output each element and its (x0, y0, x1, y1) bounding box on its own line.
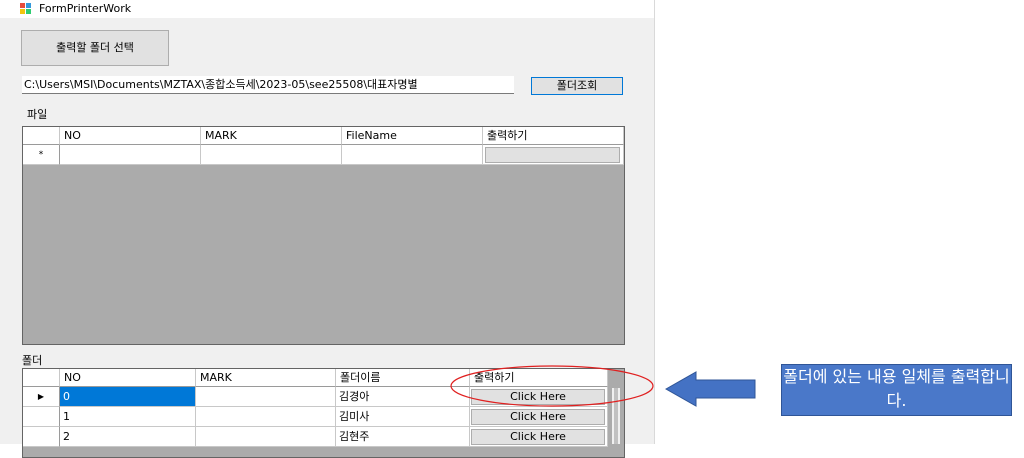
file-section-label: 파일 (27, 108, 48, 121)
folder-grid[interactable]: NO MARK 폴더이름 출력하기 ▶ 0 김경아 Click Here 1 김… (22, 368, 625, 458)
folder-row-1-print[interactable]: Click Here (470, 407, 608, 427)
folder-lookup-button[interactable]: 폴더조회 (531, 77, 623, 95)
folder-col-no[interactable]: NO (60, 369, 196, 387)
folder-lookup-button-label: 폴더조회 (556, 79, 598, 92)
folder-grid-scrollbar-thumb[interactable] (614, 388, 618, 444)
file-new-row-print-button[interactable] (485, 147, 620, 163)
folder-row-1-print-button[interactable]: Click Here (471, 409, 605, 425)
folder-row-0-name[interactable]: 김경아 (336, 387, 470, 407)
folder-col-mark[interactable]: MARK (196, 369, 336, 387)
window-title: FormPrinterWork (39, 2, 132, 15)
folder-col-name[interactable]: 폴더이름 (336, 369, 470, 387)
current-row-indicator: ▶ (37, 392, 45, 401)
file-col-print[interactable]: 출력하기 (483, 127, 624, 145)
folder-grid-corner (23, 369, 60, 387)
select-folder-button[interactable]: 출력할 폴더 선택 (21, 30, 169, 66)
file-new-row-no[interactable] (60, 145, 201, 165)
folder-row-2-print-button[interactable]: Click Here (471, 429, 605, 445)
folder-row-1-no[interactable]: 1 (60, 407, 196, 427)
folder-col-print[interactable]: 출력하기 (470, 369, 608, 387)
annotation-callout: 폴더에 있는 내용 일체를 출력합니다. (781, 364, 1012, 416)
file-new-row-mark[interactable] (201, 145, 342, 165)
app-window: FormPrinterWork 출력할 폴더 선택 C:\Users\MSI\D… (0, 0, 655, 458)
file-new-row-filename[interactable] (342, 145, 483, 165)
title-bar: FormPrinterWork (0, 0, 654, 18)
folder-path-input[interactable]: C:\Users\MSI\Documents\MZTAX\종합소득세\2023-… (22, 76, 514, 94)
folder-row-0-print-button[interactable]: Click Here (471, 389, 605, 405)
app-icon (20, 3, 32, 15)
folder-row-1-name[interactable]: 김미사 (336, 407, 470, 427)
folder-row-0-print[interactable]: Click Here (470, 387, 608, 407)
file-new-row-marker: * (23, 145, 60, 165)
folder-row-0-no[interactable]: 0 (60, 387, 196, 407)
select-folder-button-label: 출력할 폴더 선택 (56, 41, 134, 54)
folder-section-label: 폴더 (22, 354, 43, 367)
folder-row-1-mark[interactable] (196, 407, 336, 427)
file-col-no[interactable]: NO (60, 127, 201, 145)
file-new-row-print[interactable] (483, 145, 624, 165)
annotation-text: 폴더에 있는 내용 일체를 출력합니다. (783, 367, 1010, 410)
folder-row-0-header[interactable]: ▶ (23, 387, 60, 407)
file-grid-corner (23, 127, 60, 145)
folder-row-2-print[interactable]: Click Here (470, 427, 608, 447)
file-grid[interactable]: NO MARK FileName 출력하기 * (22, 126, 625, 345)
folder-row-2-no[interactable]: 2 (60, 427, 196, 447)
folder-row-2-header[interactable] (23, 427, 60, 447)
file-col-filename[interactable]: FileName (342, 127, 483, 145)
folder-row-2-mark[interactable] (196, 427, 336, 447)
left-arrow-icon (664, 371, 756, 407)
folder-grid-scrollbar[interactable] (612, 388, 620, 444)
folder-row-2-name[interactable]: 김현주 (336, 427, 470, 447)
file-col-mark[interactable]: MARK (201, 127, 342, 145)
folder-row-0-mark[interactable] (196, 387, 336, 407)
folder-row-1-header[interactable] (23, 407, 60, 427)
